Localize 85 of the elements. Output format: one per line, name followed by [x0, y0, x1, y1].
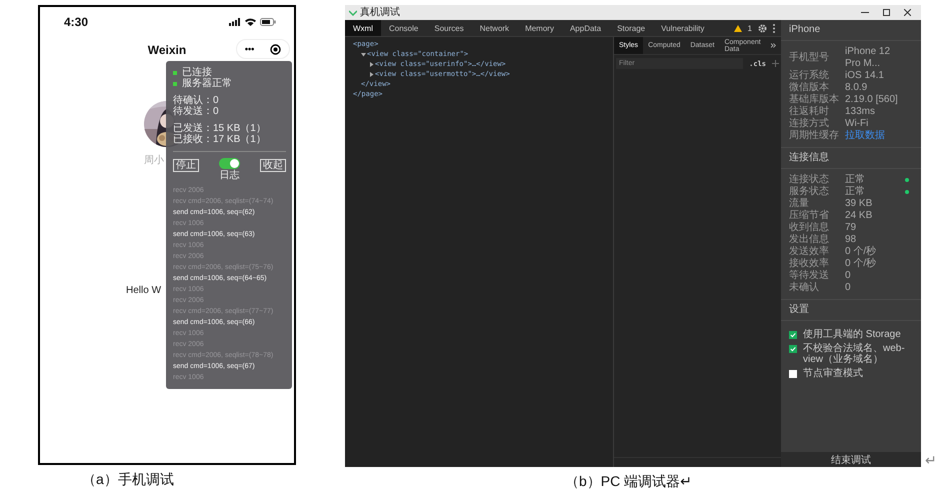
info-label: 周期性缓存: [789, 130, 840, 142]
record-icon[interactable]: [270, 44, 282, 54]
info-value: iOS 14.1: [845, 70, 885, 82]
info-value: 133ms: [845, 106, 876, 118]
page-title: Weixin: [148, 43, 186, 57]
info-value: 0: [845, 282, 852, 294]
info-label: 服务状态: [789, 186, 830, 198]
section-heading: iPhone: [781, 20, 921, 41]
info-value: 2.19.0 [560]: [845, 94, 899, 106]
counter-text: 待发送：0: [173, 106, 220, 117]
checkbox[interactable]: [789, 345, 797, 353]
wifi-icon: [245, 18, 256, 26]
traffic-text: 已接收：17 KB（1）: [173, 134, 267, 145]
info-label: 接收效率: [789, 258, 830, 270]
tab[interactable]: Sources: [426, 20, 472, 36]
chevron-right-icon[interactable]: [771, 43, 776, 48]
info-label: 连接状态: [789, 174, 830, 186]
status-text: 服务器正常: [182, 78, 232, 89]
tab[interactable]: Console: [381, 20, 426, 36]
info-label: 压缩节省: [789, 210, 830, 222]
info-label: 运行系统: [789, 70, 830, 82]
traffic-text: 已发送：15 KB（1）: [173, 123, 267, 134]
tab[interactable]: Storage: [609, 20, 654, 36]
section-heading: 连接信息: [781, 148, 921, 169]
more-button[interactable]: •••: [244, 44, 254, 54]
info-value: 正常: [845, 174, 866, 186]
info-value: 0 个/秒: [845, 246, 878, 258]
collapse-button[interactable]: 收起: [260, 159, 286, 172]
time: 4:30: [64, 15, 88, 29]
info-value: 24 KB: [845, 210, 874, 222]
close-icon[interactable]: [904, 9, 911, 16]
end-debug-button[interactable]: 结束调试: [781, 452, 921, 467]
status-text: 已连接: [182, 67, 212, 78]
info-label: 连接方式: [789, 118, 830, 130]
warning-count[interactable]: 1: [748, 24, 752, 32]
option-label: 节点审查模式: [803, 368, 863, 379]
stop-button[interactable]: 停止: [173, 159, 199, 172]
info-label: 等待发送: [789, 270, 830, 282]
tab[interactable]: Network: [472, 20, 518, 36]
signal-icon: [229, 18, 241, 26]
paragraph-mark: ↵: [925, 452, 937, 469]
info-value: 79: [845, 222, 858, 234]
info-label: 手机型号: [789, 52, 830, 64]
info-label: 收到信息: [789, 222, 830, 234]
window-title: 真机调试: [360, 6, 400, 18]
section-heading: 设置: [781, 300, 921, 321]
user-name: 周小: [144, 154, 164, 167]
info-value: 0 个/秒: [845, 258, 878, 270]
info-value: 0: [845, 270, 852, 282]
info-label: 发出信息: [789, 234, 830, 246]
expanded-arrow-icon[interactable]: [361, 52, 366, 56]
app-icon: [349, 10, 357, 16]
figure-caption: （a）手机调试: [82, 471, 174, 489]
info-value: 98: [845, 234, 858, 246]
info-label: 未确认: [789, 282, 820, 294]
collapsed-arrow-icon[interactable]: [369, 62, 374, 66]
warning-icon[interactable]: [734, 24, 742, 32]
settings-icon[interactable]: [758, 24, 767, 32]
info-label: 往返耗时: [789, 106, 830, 118]
battery-icon: [260, 18, 276, 26]
maximize-icon[interactable]: [883, 9, 890, 16]
checkbox[interactable]: [789, 331, 797, 339]
info-label: 微信版本: [789, 82, 830, 94]
info-label: 基础库版本: [789, 94, 840, 106]
info-value: Wi-Fi: [845, 118, 870, 130]
counter-text: 待确认：0: [173, 95, 220, 106]
info-label: 流量: [789, 198, 810, 210]
toggle-label: 日志: [220, 170, 240, 181]
tab[interactable]: Memory: [517, 20, 562, 36]
log-toggle[interactable]: [219, 158, 240, 169]
info-value: 8.0.9: [845, 82, 868, 94]
info-value: 39 KB: [845, 198, 874, 210]
collapsed-arrow-icon[interactable]: [369, 72, 374, 76]
figure-caption: （b）PC 端调试器↵: [565, 473, 692, 491]
motto-text: Hello W: [126, 285, 162, 296]
info-value: 正常: [845, 186, 866, 198]
info-value: iPhone 12 Pro M...: [845, 46, 892, 70]
info-label: 发送效率: [789, 246, 830, 258]
tab[interactable]: Vulnerability: [653, 20, 712, 36]
checkbox[interactable]: [789, 370, 797, 378]
tab[interactable]: AppData: [562, 20, 610, 36]
option-label: 不校验合法域名、web-view（业务域名）: [803, 343, 906, 365]
tab[interactable]: Wxml: [345, 20, 381, 36]
plus-icon[interactable]: [772, 60, 779, 67]
option-label: 使用工具端的 Storage: [803, 329, 901, 340]
